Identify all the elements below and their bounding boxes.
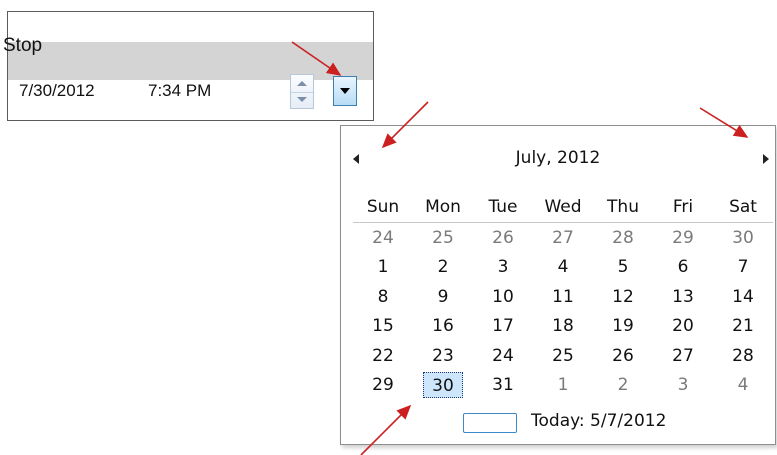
arrow-to-next-month-icon xyxy=(699,107,749,138)
arrow-to-dropdown-icon xyxy=(291,41,342,76)
arrow-to-prev-month-icon xyxy=(381,101,429,149)
annotation-arrows xyxy=(291,41,749,455)
arrow-to-selected-day-icon xyxy=(360,404,412,455)
